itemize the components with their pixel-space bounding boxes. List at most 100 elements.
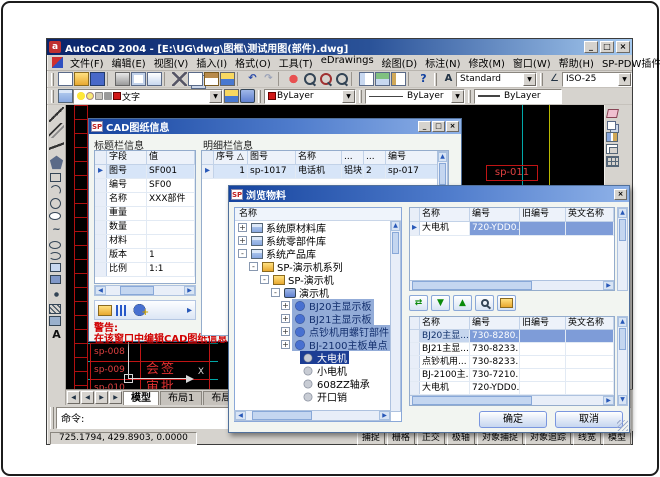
zoom-window-icon[interactable] xyxy=(318,72,333,86)
layers-manager-icon[interactable] xyxy=(58,89,73,103)
tree-item[interactable]: 大电机 xyxy=(235,351,401,364)
open-folder-icon[interactable] xyxy=(497,295,516,311)
vertical-scrollbar[interactable]: ▲ xyxy=(617,207,628,291)
table-row[interactable]: 材料 xyxy=(95,235,195,249)
properties-icon[interactable] xyxy=(359,72,374,86)
table-row[interactable]: 重量 xyxy=(95,207,195,221)
column-header[interactable]: 旧编号 xyxy=(520,317,566,329)
value-cell[interactable] xyxy=(147,235,195,248)
horizontal-scrollbar[interactable]: ▶ xyxy=(409,395,615,406)
line-icon[interactable] xyxy=(49,107,64,122)
tree-item[interactable]: - 演示机 xyxy=(235,286,401,299)
mirror-icon[interactable] xyxy=(606,132,618,142)
scroll-right-icon[interactable]: ▶ xyxy=(379,411,390,420)
column-header[interactable]: 编号 xyxy=(470,317,520,329)
vertical-scrollbar[interactable]: ▲ xyxy=(390,221,401,412)
array-icon[interactable] xyxy=(606,156,619,167)
scrollbar-thumb[interactable] xyxy=(120,286,154,295)
status-toggle-button[interactable]: 模型 xyxy=(603,432,631,445)
command-window-grip[interactable] xyxy=(50,407,54,429)
cut-icon[interactable] xyxy=(172,72,187,86)
open-file-icon[interactable] xyxy=(74,72,89,86)
value-cell[interactable]: SF00 xyxy=(147,179,195,192)
scrollbar-thumb[interactable] xyxy=(619,328,626,350)
column-header[interactable]: 英文名称 xyxy=(566,317,614,329)
tree-item[interactable]: + BJ21主显示板 xyxy=(235,312,401,325)
columns-icon[interactable] xyxy=(116,305,128,316)
chevron-down-icon[interactable]: ▼ xyxy=(342,90,355,103)
plot-preview-icon[interactable] xyxy=(131,72,146,86)
prev-tab-icon[interactable]: ◀ xyxy=(81,391,94,404)
layer-previous-icon[interactable] xyxy=(224,89,239,103)
maximize-button[interactable]: □ xyxy=(600,41,614,53)
zoom-realtime-icon[interactable] xyxy=(302,72,317,86)
erase-icon[interactable] xyxy=(606,109,619,118)
chevron-down-icon[interactable]: ▼ xyxy=(451,90,464,103)
table-row[interactable]: BJ-2100主... 730-7210... xyxy=(410,369,614,382)
hatch-icon[interactable] xyxy=(49,304,61,314)
status-toggle-button[interactable]: 捕捉 xyxy=(357,432,385,445)
polyline-icon[interactable] xyxy=(49,139,64,154)
first-tab-icon[interactable]: ◀ xyxy=(67,391,80,404)
next-tab-icon[interactable]: ▶ xyxy=(95,391,108,404)
column-header[interactable]: 序号 △ xyxy=(214,151,248,164)
scrollbar-thumb[interactable] xyxy=(439,163,446,185)
table-row[interactable]: 版本 1 xyxy=(95,249,195,263)
table-row[interactable]: BJ21主显... 730-8233... xyxy=(410,343,614,356)
toolbar-grip[interactable] xyxy=(359,90,362,103)
layout-tab[interactable]: 布局1 xyxy=(160,391,202,405)
match-properties-icon[interactable] xyxy=(220,72,235,86)
scroll-left-icon[interactable]: ◀ xyxy=(235,411,246,420)
horizontal-scrollbar[interactable]: ◀ ▶ xyxy=(94,285,196,296)
expand-toggle-icon[interactable]: - xyxy=(238,249,247,258)
save-icon[interactable] xyxy=(90,72,105,86)
color-combo[interactable]: ByLayer ▼ xyxy=(264,89,356,104)
scroll-up-icon[interactable]: ▲ xyxy=(618,208,627,218)
rectangle-icon[interactable] xyxy=(50,173,61,182)
scroll-right-icon[interactable]: ▶ xyxy=(603,396,614,405)
scroll-up-icon[interactable]: ▲ xyxy=(618,317,627,327)
download-icon[interactable]: ▼ xyxy=(431,295,450,311)
chevron-down-icon[interactable]: ▼ xyxy=(523,73,536,86)
table-row[interactable]: ▸ 1 sp-1017 电话机 铝块 2 sp-017 xyxy=(202,165,448,179)
toolbar-grip[interactable] xyxy=(258,90,261,103)
polygon-icon[interactable] xyxy=(49,155,64,170)
layer-states-icon[interactable] xyxy=(240,89,255,103)
chevron-down-icon[interactable]: ▼ xyxy=(618,73,631,86)
expand-toggle-icon[interactable]: + xyxy=(281,314,290,323)
lineweight-combo[interactable]: ByLayer xyxy=(474,89,562,104)
tree-item[interactable]: + 系统零部件库 xyxy=(235,234,401,247)
layer-combo[interactable]: 文字 ▼ xyxy=(73,89,223,104)
copy-object-icon[interactable] xyxy=(607,121,616,130)
cancel-button[interactable]: 取消 xyxy=(555,411,623,428)
scroll-up-icon[interactable]: ▲ xyxy=(391,221,400,231)
upload-icon[interactable]: ▲ xyxy=(453,295,472,311)
designcenter-icon[interactable] xyxy=(375,72,390,86)
paste-icon[interactable] xyxy=(204,72,219,86)
sync-icon[interactable]: ⇄ xyxy=(409,295,428,311)
column-header[interactable]: 值 xyxy=(147,151,195,164)
last-tab-icon[interactable]: ▶ xyxy=(109,391,122,404)
tree-item[interactable]: + BJ-2100主板单点 xyxy=(235,338,401,351)
menu-item[interactable]: 标注(N) xyxy=(421,54,464,71)
search-icon[interactable] xyxy=(475,295,494,311)
column-header[interactable]: 名称 xyxy=(420,208,470,221)
table-row[interactable]: BJ20主显... 730-8280... xyxy=(410,330,614,343)
toolbar-overflow-icon[interactable]: ▸ xyxy=(187,305,192,316)
menu-item[interactable]: eDrawings xyxy=(317,54,378,71)
scroll-up-icon[interactable]: ▲ xyxy=(438,152,447,162)
toolbar-grip[interactable] xyxy=(51,90,54,103)
expand-toggle-icon[interactable]: - xyxy=(260,275,269,284)
value-cell[interactable]: SF001 xyxy=(147,165,195,178)
copy-icon[interactable] xyxy=(188,72,203,86)
scrollbar-thumb[interactable] xyxy=(619,219,626,241)
tree-item[interactable]: - SP-演示机系列 xyxy=(235,260,401,273)
dim-style-combo[interactable]: ISO-25 ▼ xyxy=(562,72,632,87)
scroll-right-icon[interactable]: ▶ xyxy=(184,286,195,295)
expand-toggle-icon[interactable]: + xyxy=(281,340,290,349)
menu-item[interactable]: 文件(F) xyxy=(66,54,108,71)
ellipse-icon[interactable] xyxy=(49,241,61,249)
table-row[interactable]: 大电机 720-YDD0... xyxy=(410,382,614,395)
tool-palettes-icon[interactable] xyxy=(391,72,406,86)
column-header[interactable]: 名称 xyxy=(420,317,470,329)
